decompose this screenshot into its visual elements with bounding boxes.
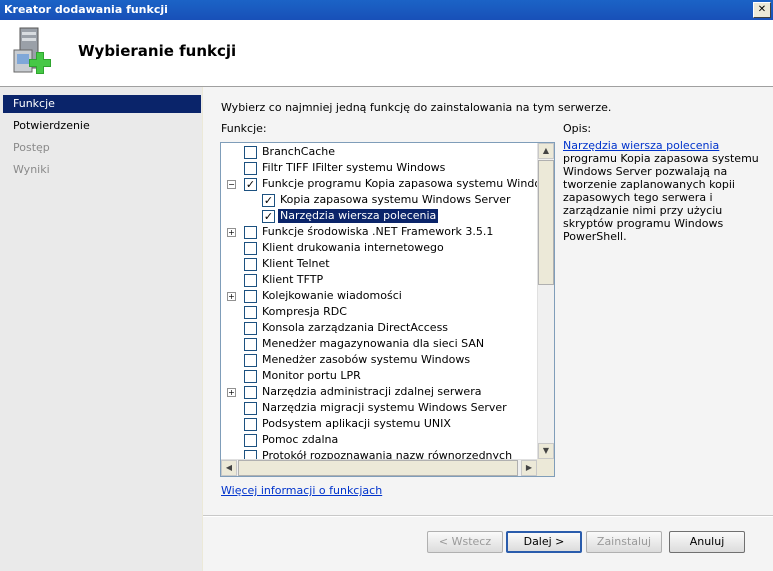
description-link[interactable]: Narzędzia wiersza polecenia: [563, 139, 719, 152]
expand-icon[interactable]: +: [227, 292, 236, 301]
feature-label: Podsystem aplikacji systemu UNIX: [262, 417, 451, 430]
horizontal-scrollbar[interactable]: ◀ ▶: [221, 459, 537, 476]
close-button[interactable]: ✕: [753, 2, 771, 18]
feature-row[interactable]: + Funkcje środowiska .NET Framework 3.5.1: [221, 225, 537, 239]
feature-row[interactable]: BranchCache: [221, 145, 537, 159]
feature-row[interactable]: Kompresja RDC: [221, 305, 537, 319]
feature-checkbox[interactable]: [244, 338, 257, 351]
feature-label: Funkcje programu Kopia zapasowa systemu …: [262, 177, 555, 190]
sidebar-item-postep: Postęp: [13, 141, 50, 154]
feature-checkbox[interactable]: [244, 370, 257, 383]
description-body: programu Kopia zapasowa systemu Windows …: [563, 152, 759, 243]
feature-label: Konsola zarządzania DirectAccess: [262, 321, 449, 334]
install-button[interactable]: Zainstaluj: [586, 531, 662, 553]
wizard-header: Wybieranie funkcji: [0, 20, 773, 87]
vertical-scroll-thumb[interactable]: [538, 160, 554, 285]
page-title: Wybieranie funkcji: [78, 42, 237, 60]
feature-label: Klient TFTP: [262, 273, 324, 286]
scroll-right-button[interactable]: ▶: [521, 460, 537, 476]
feature-label: Pomoc zdalna: [262, 433, 339, 446]
feature-row[interactable]: Klient Telnet: [221, 257, 537, 271]
feature-checkbox[interactable]: [244, 162, 257, 175]
expand-icon[interactable]: +: [227, 388, 236, 397]
scroll-down-button[interactable]: ▼: [538, 443, 554, 459]
feature-checkbox[interactable]: [244, 226, 257, 239]
features-tree[interactable]: BranchCache Filtr TIFF IFilter systemu Wi…: [220, 142, 555, 477]
feature-label: Narzędzia wiersza polecenia: [278, 209, 439, 223]
next-button[interactable]: Dalej >: [506, 531, 582, 553]
feature-checkbox[interactable]: [244, 402, 257, 415]
server-add-icon: [13, 27, 51, 74]
feature-checkbox[interactable]: ✓: [244, 178, 257, 191]
back-button[interactable]: < Wstecz: [427, 531, 503, 553]
horizontal-scroll-thumb[interactable]: [238, 460, 518, 476]
instruction-text: Wybierz co najmniej jedną funkcję do zai…: [221, 101, 612, 114]
feature-checkbox[interactable]: [244, 354, 257, 367]
feature-label: Monitor portu LPR: [262, 369, 361, 382]
feature-checkbox[interactable]: [244, 306, 257, 319]
feature-label: Narzędzia migracji systemu Windows Serve…: [262, 401, 507, 414]
sidebar-item-potwierdzenie[interactable]: Potwierdzenie: [3, 117, 201, 135]
feature-checkbox[interactable]: ✓: [262, 210, 275, 223]
feature-checkbox[interactable]: ✓: [262, 194, 275, 207]
wizard-content: Wybierz co najmniej jedną funkcję do zai…: [203, 87, 773, 571]
feature-row[interactable]: Klient TFTP: [221, 273, 537, 287]
feature-checkbox[interactable]: [244, 322, 257, 335]
feature-checkbox[interactable]: [244, 274, 257, 287]
features-label: Funkcje:: [221, 122, 267, 135]
feature-row[interactable]: Narzędzia migracji systemu Windows Serve…: [221, 401, 537, 415]
feature-checkbox[interactable]: [244, 290, 257, 303]
feature-label: Kopia zapasowa systemu Windows Server: [280, 193, 511, 206]
feature-checkbox[interactable]: [244, 242, 257, 255]
feature-label: Filtr TIFF IFilter systemu Windows: [262, 161, 446, 174]
expand-icon[interactable]: +: [227, 228, 236, 237]
feature-label: Menedżer magazynowania dla sieci SAN: [262, 337, 485, 350]
feature-row[interactable]: Filtr TIFF IFilter systemu Windows: [221, 161, 537, 175]
feature-row[interactable]: ✓ Kopia zapasowa systemu Windows Server: [221, 193, 537, 207]
scrollbar-corner: [537, 459, 554, 476]
vertical-scrollbar[interactable]: ▲ ▼: [537, 143, 554, 459]
feature-row[interactable]: ✓ Narzędzia wiersza polecenia: [221, 209, 537, 223]
feature-row[interactable]: Podsystem aplikacji systemu UNIX: [221, 417, 537, 431]
feature-checkbox[interactable]: [244, 418, 257, 431]
feature-label: Menedżer zasobów systemu Windows: [262, 353, 471, 366]
feature-row[interactable]: Konsola zarządzania DirectAccess: [221, 321, 537, 335]
cancel-button[interactable]: Anuluj: [669, 531, 745, 553]
feature-label: Kolejkowanie wiadomości: [262, 289, 402, 302]
feature-label: Funkcje środowiska .NET Framework 3.5.1: [262, 225, 494, 238]
feature-row[interactable]: + Narzędzia administracji zdalnej serwera: [221, 385, 537, 399]
more-info-link[interactable]: Więcej informacji o funkcjach: [221, 484, 382, 497]
footer-separator: [203, 515, 773, 517]
scroll-left-button[interactable]: ◀: [221, 460, 237, 476]
feature-checkbox[interactable]: [244, 146, 257, 159]
feature-row[interactable]: Pomoc zdalna: [221, 433, 537, 447]
description-text: Narzędzia wiersza polecenia programu Kop…: [563, 139, 763, 243]
feature-checkbox[interactable]: [244, 258, 257, 271]
collapse-icon[interactable]: −: [227, 180, 236, 189]
sidebar-item-funkcje[interactable]: Funkcje: [3, 95, 201, 113]
window-title: Kreator dodawania funkcji: [4, 3, 168, 16]
sidebar-item-wyniki: Wyniki: [13, 163, 50, 176]
feature-checkbox[interactable]: [244, 434, 257, 447]
feature-label: Klient drukowania internetowego: [262, 241, 444, 254]
feature-row[interactable]: Menedżer zasobów systemu Windows: [221, 353, 537, 367]
wizard-sidebar: Funkcje Potwierdzenie Postęp Wyniki: [0, 87, 202, 571]
feature-label: Klient Telnet: [262, 257, 330, 270]
feature-label: Narzędzia administracji zdalnej serwera: [262, 385, 482, 398]
feature-checkbox[interactable]: [244, 386, 257, 399]
feature-row[interactable]: Menedżer magazynowania dla sieci SAN: [221, 337, 537, 351]
description-label: Opis:: [563, 122, 592, 135]
feature-label: Kompresja RDC: [262, 305, 347, 318]
title-bar: Kreator dodawania funkcji ✕: [0, 0, 773, 20]
feature-label: BranchCache: [262, 145, 336, 158]
feature-row[interactable]: Monitor portu LPR: [221, 369, 537, 383]
feature-row[interactable]: + Kolejkowanie wiadomości: [221, 289, 537, 303]
scroll-up-button[interactable]: ▲: [538, 143, 554, 159]
feature-row[interactable]: Klient drukowania internetowego: [221, 241, 537, 255]
feature-row[interactable]: − ✓ Funkcje programu Kopia zapasowa system…: [221, 177, 554, 191]
